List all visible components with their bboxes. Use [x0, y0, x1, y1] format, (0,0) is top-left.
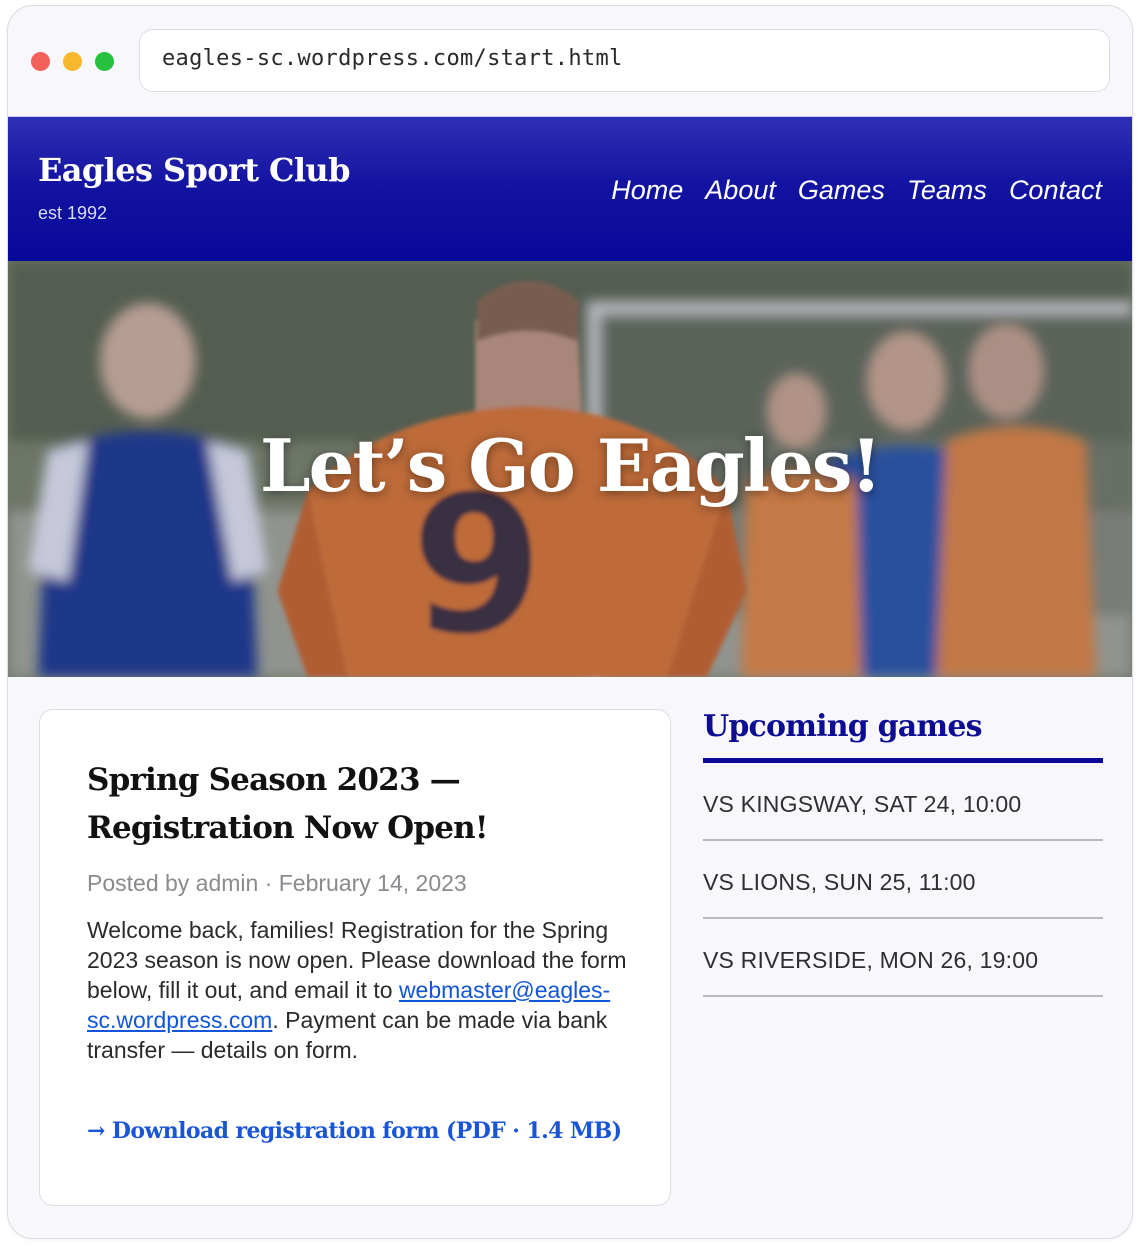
nav-item-contact[interactable]: Contact [1009, 175, 1102, 206]
site-tagline: est 1992 [38, 203, 108, 223]
site-title[interactable]: Eagles Sport Club [38, 151, 350, 189]
nav-item-games[interactable]: Games [798, 175, 885, 206]
download-form-link[interactable]: → Download registration form (PDF · 1.4 … [87, 1118, 622, 1144]
minimize-window-button[interactable] [63, 52, 82, 71]
main-nav: Home About Games Teams Contact [611, 175, 1102, 206]
nav-item-teams[interactable]: Teams [907, 175, 987, 206]
browser-chrome: eagles-sc.wordpress.com/start.html [8, 6, 1132, 116]
address-bar[interactable]: eagles-sc.wordpress.com/start.html [139, 29, 1110, 92]
post-card: Spring Season 2023 — Registration Now Op… [39, 709, 671, 1206]
site-header: Eagles Sport Club est 1992 Home About Ga… [8, 116, 1132, 261]
browser-window: eagles-sc.wordpress.com/start.html Eagle… [7, 5, 1133, 1239]
post-title[interactable]: Spring Season 2023 — Registration Now Op… [87, 756, 637, 852]
game-item: VS RIVERSIDE, MON 26, 19:00 [703, 919, 1103, 997]
post-body: Welcome back, families! Registration for… [87, 915, 632, 1065]
game-item: VS LIONS, SUN 25, 11:00 [703, 841, 1103, 919]
close-window-button[interactable] [31, 52, 50, 71]
hero-title: Let’s Go Eagles! [259, 423, 882, 508]
post-meta: Posted by admin · February 14, 2023 [87, 870, 467, 896]
nav-item-home[interactable]: Home [611, 175, 683, 206]
game-item: VS KINGSWAY, SAT 24, 10:00 [703, 763, 1103, 841]
hero-banner: 9 Let’s Go Eagles! [8, 261, 1132, 677]
upcoming-games-title: Upcoming games [703, 709, 1103, 763]
maximize-window-button[interactable] [95, 52, 114, 71]
nav-item-about[interactable]: About [705, 175, 776, 206]
upcoming-games-sidebar: Upcoming games VS KINGSWAY, SAT 24, 10:0… [703, 709, 1103, 997]
